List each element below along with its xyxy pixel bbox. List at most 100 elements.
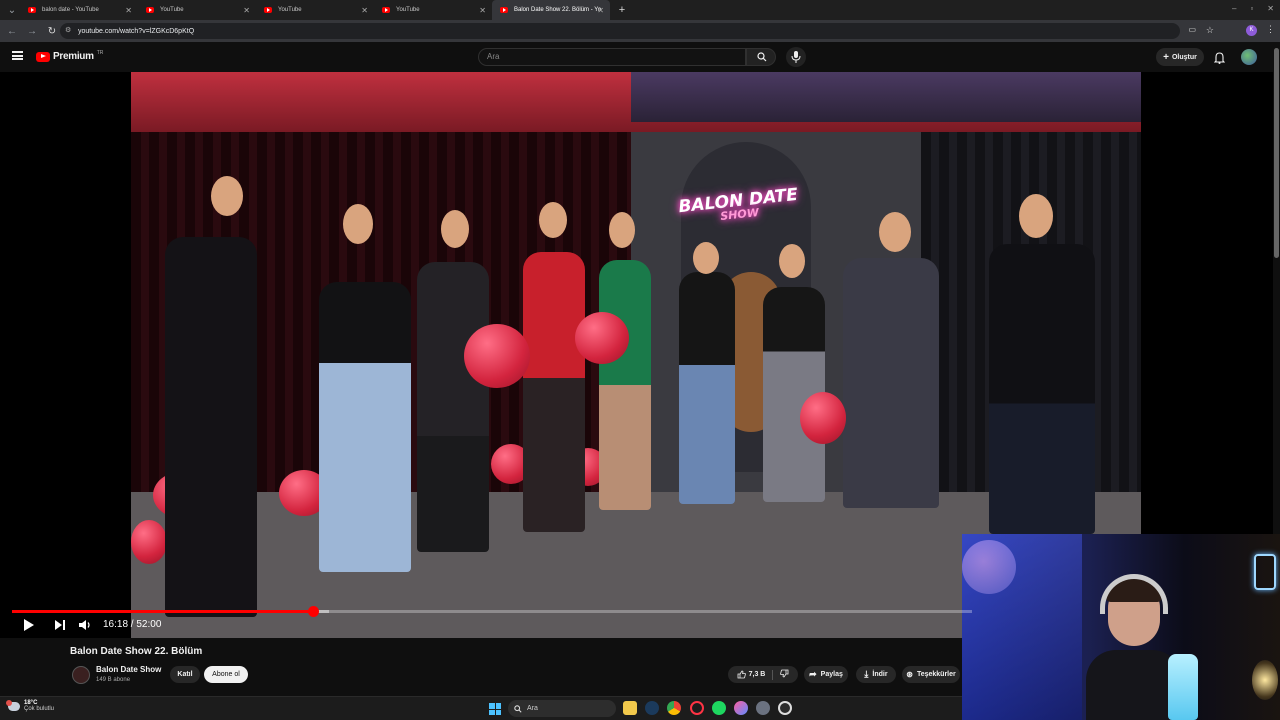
super-thanks-icon: ⊛: [906, 670, 913, 679]
youtube-header: Premium TR Ara + Oluştur: [0, 42, 1280, 72]
person-head: [609, 212, 635, 248]
browser-tab-3[interactable]: YouTube ✕: [256, 0, 374, 20]
browser-menu-icon[interactable]: ⋮: [1266, 24, 1275, 35]
close-tab-icon[interactable]: ✕: [125, 6, 132, 15]
host-left: [165, 237, 257, 617]
like-button[interactable]: 7,3 B: [737, 670, 766, 679]
person-head: [1019, 194, 1053, 238]
browser-tab-2[interactable]: YouTube ✕: [138, 0, 256, 20]
browser-tab-1[interactable]: balon date - YouTube ✕: [20, 0, 138, 20]
forward-icon[interactable]: →: [24, 23, 40, 39]
video-title: Balon Date Show 22. Bölüm: [70, 646, 203, 657]
progress-bar[interactable]: [12, 606, 972, 617]
new-tab-button[interactable]: +: [614, 2, 630, 18]
ceiling-right: [631, 72, 1141, 122]
steam-icon[interactable]: [645, 701, 659, 715]
file-explorer-icon[interactable]: [623, 701, 637, 715]
thumbs-up-icon: [737, 670, 746, 679]
close-tab-icon[interactable]: ✕: [361, 6, 368, 15]
skip-next-icon: [55, 620, 65, 630]
search-input[interactable]: Ara: [478, 48, 746, 66]
dislike-button[interactable]: [780, 669, 789, 680]
person-head: [779, 244, 805, 278]
next-button[interactable]: [53, 618, 67, 632]
logo-text: Premium: [53, 51, 94, 62]
balloon: [575, 312, 629, 364]
weather-text: 18°C Çok bulutlu: [24, 700, 54, 712]
voice-search-button[interactable]: [786, 47, 806, 67]
plus-icon: +: [1163, 51, 1169, 63]
search-icon: [757, 52, 767, 62]
notifications-bell-icon[interactable]: [1213, 51, 1226, 69]
windows-start-icon[interactable]: [489, 703, 501, 715]
app-icon[interactable]: [734, 701, 748, 715]
chrome-icon[interactable]: [667, 701, 681, 715]
site-info-icon[interactable]: ⚙: [65, 26, 71, 34]
download-button[interactable]: ⤓ İndir: [856, 666, 896, 683]
weather-widget[interactable]: 18°C Çok bulutlu: [6, 699, 54, 712]
guest-right: [989, 244, 1095, 534]
browser-tab-4[interactable]: YouTube ✕: [374, 0, 492, 20]
balloon: [131, 520, 167, 564]
tab-label: Balon Date Show 22. Bölüm - Yo: [514, 7, 602, 13]
played-bar: [12, 610, 313, 613]
like-count: 7,3 B: [748, 671, 766, 678]
bookmark-star-icon[interactable]: ☆: [1206, 25, 1214, 36]
thanks-button[interactable]: ⊛ Teşekkürler: [902, 666, 960, 683]
share-label: Paylaş: [820, 671, 843, 678]
obs-icon[interactable]: [778, 701, 792, 715]
close-tab-icon[interactable]: ✕: [243, 6, 250, 15]
scrollbar-thumb[interactable]: [1274, 48, 1279, 258]
address-bar[interactable]: ⚙ youtube.com/watch?v=lZGKcD6pKtQ ☆ ▭: [60, 23, 1214, 39]
time-display: 16:18 / 52:00: [103, 619, 162, 630]
close-tab-icon[interactable]: ✕: [597, 6, 604, 15]
channel-avatar[interactable]: [72, 666, 90, 684]
host-right: [843, 258, 939, 508]
taskbar-search[interactable]: Ara: [508, 700, 616, 717]
hamburger-menu-icon[interactable]: [12, 51, 23, 60]
share-button[interactable]: ➦ Paylaş: [804, 666, 848, 683]
person-head: [693, 242, 719, 274]
minimize-icon[interactable]: –: [1232, 4, 1236, 13]
youtube-favicon-icon: [264, 7, 272, 13]
browser-tab-active[interactable]: Balon Date Show 22. Bölüm - Yo ✕: [492, 0, 610, 20]
spotify-icon[interactable]: [712, 701, 726, 715]
reload-icon[interactable]: ↻: [44, 23, 60, 39]
scrubber-handle[interactable]: [307, 606, 319, 617]
person-head: [441, 210, 469, 248]
browser-toolbar: ← → ↻ ⚙ youtube.com/watch?v=lZGKcD6pKtQ …: [0, 20, 1280, 42]
close-tab-icon[interactable]: ✕: [479, 6, 486, 15]
channel-name[interactable]: Balon Date Show: [96, 665, 161, 674]
cast-icon[interactable]: ▭: [1188, 25, 1196, 34]
balloon: [464, 324, 530, 388]
volume-button[interactable]: [78, 618, 92, 632]
like-dislike-group: 7,3 B: [728, 666, 798, 683]
search-icon: [514, 704, 522, 713]
close-window-icon[interactable]: ✕: [1267, 4, 1274, 13]
contestant: [417, 262, 489, 552]
account-avatar[interactable]: [1241, 49, 1257, 65]
page-scrollbar[interactable]: [1273, 42, 1280, 534]
contestant: [319, 282, 411, 572]
profile-avatar[interactable]: K: [1246, 25, 1257, 36]
create-button[interactable]: + Oluştur: [1156, 48, 1204, 66]
weather-cloud-icon: [6, 699, 20, 711]
url-text: youtube.com/watch?v=lZGKcD6pKtQ: [78, 27, 195, 35]
back-icon[interactable]: ←: [4, 23, 20, 39]
contestant: [599, 260, 651, 510]
weather-condition: Çok bulutlu: [24, 706, 55, 712]
browser-icon[interactable]: [690, 701, 704, 715]
tab-search-icon[interactable]: ⌄: [4, 2, 20, 18]
contestant: [523, 252, 585, 532]
join-button[interactable]: Katıl: [170, 666, 200, 683]
maximize-icon[interactable]: ▫: [1250, 4, 1253, 13]
youtube-favicon-icon: [146, 7, 154, 13]
taskbar-search-placeholder: Ara: [527, 705, 538, 712]
wall-poster: [962, 534, 1082, 720]
youtube-favicon-icon: [382, 7, 390, 13]
subscribe-button[interactable]: Abone ol: [204, 666, 248, 683]
play-button[interactable]: [22, 618, 36, 632]
youtube-logo[interactable]: Premium TR: [36, 50, 103, 62]
settings-icon[interactable]: [756, 701, 770, 715]
search-button[interactable]: [746, 48, 776, 66]
